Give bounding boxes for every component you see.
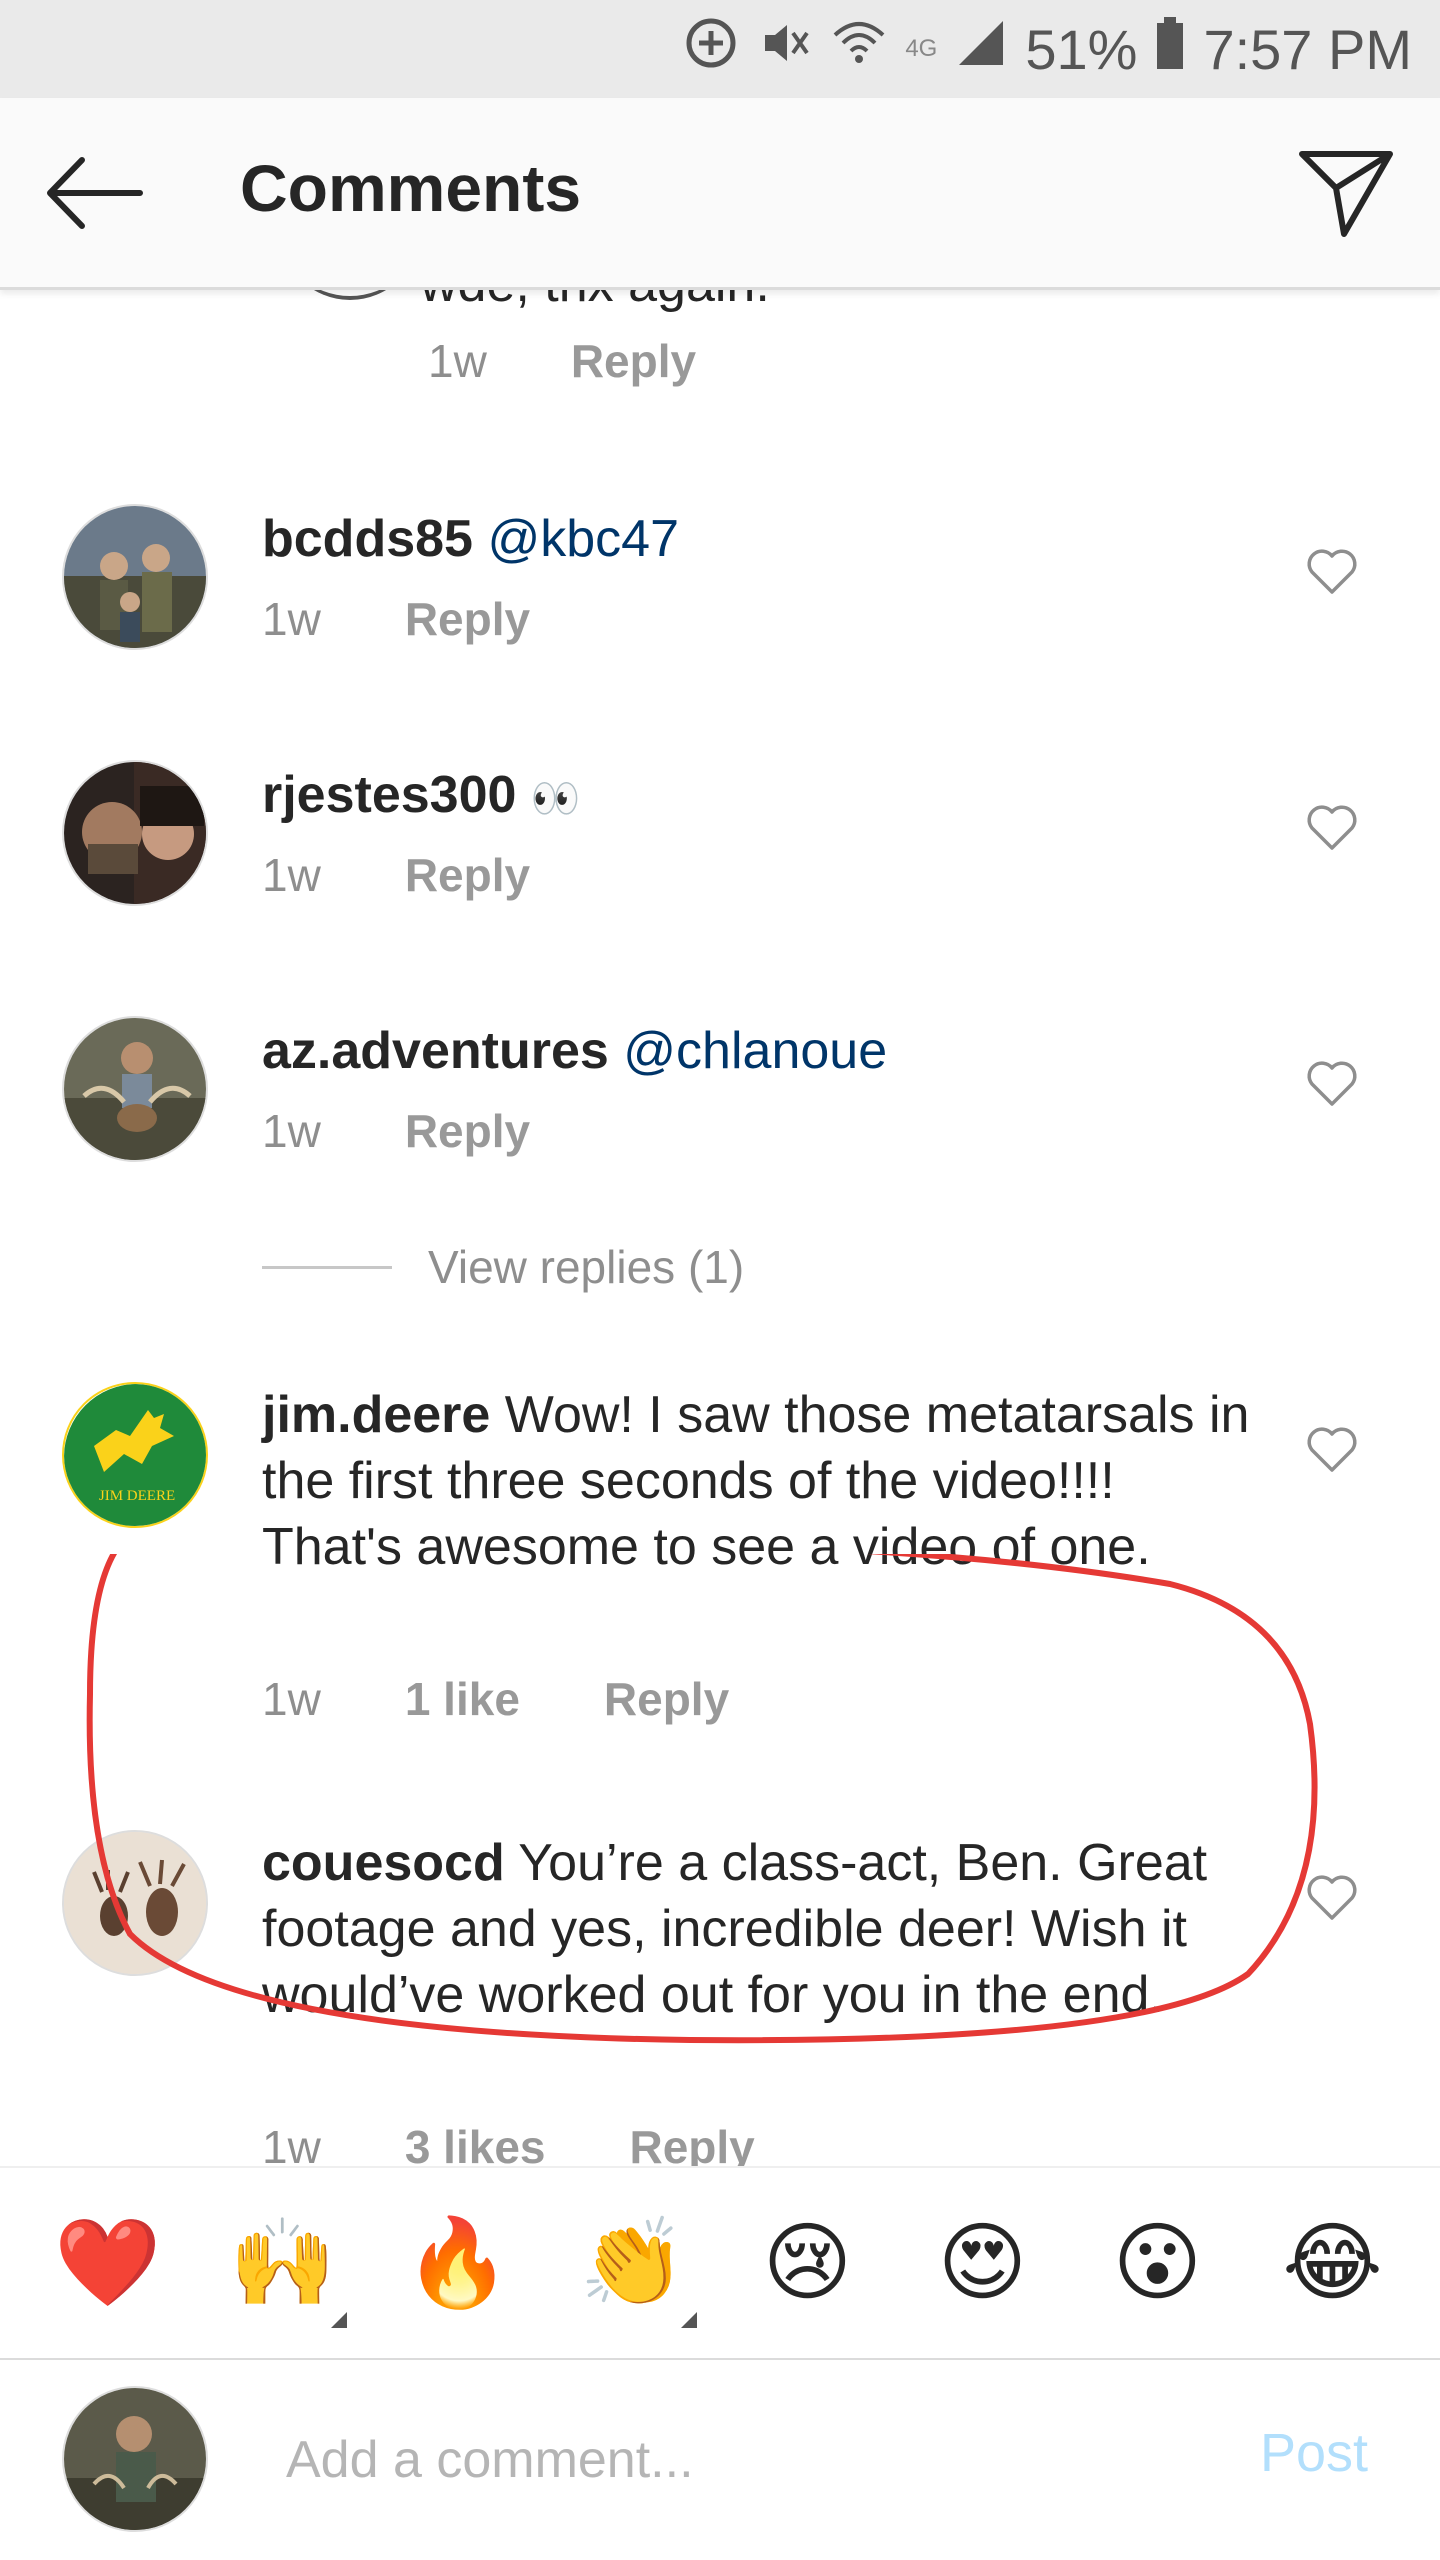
like-heart-icon[interactable] [1304, 1056, 1360, 1112]
paper-plane-icon [1299, 151, 1393, 237]
like-heart-icon[interactable] [1304, 544, 1360, 600]
comment-body: couesocd You’re a class-act, Ben. Great … [262, 1830, 1262, 2028]
battery-icon [1155, 15, 1185, 84]
back-arrow-icon [47, 157, 143, 229]
comment-username[interactable]: az.adventures [262, 1022, 609, 1080]
reply-button[interactable]: Reply [405, 1104, 530, 1158]
avatar[interactable] [62, 1016, 208, 1162]
emoji-raised-hands-button[interactable]: 🙌 [213, 2208, 353, 2328]
divider [262, 1265, 392, 1269]
data-saver-icon [683, 15, 739, 84]
page-title: Comments [240, 151, 582, 225]
comment-meta: 1w 1 like Reply [262, 1672, 729, 1726]
status-icons: 4G 51% 7:57 PM [683, 14, 1412, 84]
current-user-avatar [62, 2386, 208, 2532]
emoji-heart-button[interactable]: ❤️ [38, 2208, 178, 2318]
likes-count[interactable]: 1 like [405, 1672, 520, 1726]
comment-time: 1w [428, 335, 487, 387]
reply-button[interactable]: Reply [604, 1672, 729, 1726]
comment-body: bcdds85 @kbc47 [262, 506, 1262, 572]
comment-meta: 1w Reply [262, 848, 530, 902]
comment-text-partial: wde, thx again. [420, 290, 770, 314]
reply-button[interactable]: Reply [405, 592, 530, 646]
like-heart-icon[interactable] [1304, 1870, 1360, 1926]
emoji-laughing-button[interactable]: 😂 [1263, 2208, 1403, 2318]
emoji-surprised-button[interactable]: 😮 [1088, 2208, 1228, 2318]
clock: 7:57 PM [1203, 17, 1412, 81]
mute-icon [757, 15, 813, 84]
reply-button[interactable]: Reply [405, 848, 530, 902]
emoji-reaction-bar: ❤️ 🙌 🔥 👏 😢 😍 😮 😂 [0, 2166, 1440, 2358]
comment-body: az.adventures @chlanoue [262, 1018, 1262, 1084]
comment-mention[interactable]: @kbc47 [487, 510, 679, 568]
emoji-clap-glyph: 👏 [578, 2215, 687, 2311]
battery-percent: 51% [1025, 17, 1138, 81]
comment-meta: 1w Reply [428, 334, 696, 388]
avatar [280, 290, 420, 300]
emoji-raised-hands-glyph: 🙌 [228, 2215, 337, 2311]
avatar-logo-text: JIM DEERE [99, 1488, 175, 1504]
avatar[interactable] [62, 504, 208, 650]
emoji-heart-eyes-button[interactable]: 😍 [913, 2208, 1053, 2318]
avatar[interactable]: JIM DEERE [62, 1382, 208, 1528]
wifi-icon [831, 15, 887, 84]
post-button[interactable]: Post [1260, 2422, 1368, 2484]
comment-body: jim.deere Wow! I saw those metatarsals i… [262, 1382, 1262, 1580]
emoji-crying-button[interactable]: 😢 [738, 2208, 878, 2318]
status-bar: 4G 51% 7:57 PM [0, 0, 1440, 98]
avatar[interactable] [62, 1830, 208, 1976]
comment-time: 1w [262, 849, 321, 901]
comment-body: rjestes300 👀 [262, 762, 1262, 832]
skin-tone-indicator-icon [680, 2312, 697, 2328]
back-button[interactable] [40, 148, 150, 238]
comment-username[interactable]: couesocd [262, 1834, 505, 1892]
comment-meta: 1w Reply [262, 1104, 530, 1158]
comment-composer: Post [0, 2358, 1440, 2560]
likes-count[interactable]: 3 likes [405, 2120, 546, 2166]
comments-list[interactable]: wde, thx again. 1w Reply bcdds85 @kbc47 … [0, 290, 1440, 2166]
avatar[interactable] [62, 760, 208, 906]
comment-emoji: 👀 [530, 777, 581, 821]
comment-username[interactable]: bcdds85 [262, 510, 473, 568]
comment-time: 1w [262, 593, 321, 645]
comment-mention[interactable]: @chlanoue [623, 1022, 887, 1080]
emoji-fire-button[interactable]: 🔥 [388, 2208, 528, 2318]
reply-button[interactable]: Reply [571, 334, 696, 388]
skin-tone-indicator-icon [330, 2312, 347, 2328]
comment-meta: 1w 3 likes Reply [262, 2120, 755, 2166]
like-heart-icon[interactable] [1304, 1422, 1360, 1478]
comment-time: 1w [262, 1105, 321, 1157]
view-replies-button[interactable]: View replies (1) [262, 1240, 744, 1294]
view-replies-label: View replies (1) [428, 1241, 745, 1293]
like-heart-icon[interactable] [1304, 800, 1360, 856]
comment-meta: 1w Reply [262, 592, 530, 646]
comment-time: 1w [262, 2121, 321, 2166]
network-type-label: 4G [905, 35, 938, 62]
comment-username[interactable]: rjestes300 [262, 766, 516, 824]
app-bar: Comments [0, 98, 1440, 290]
reply-button[interactable]: Reply [630, 2120, 755, 2166]
share-button[interactable] [1296, 142, 1396, 242]
comment-input[interactable] [286, 2420, 1186, 2500]
comment-time: 1w [262, 1673, 321, 1725]
signal-icon [955, 17, 1007, 82]
comment-username[interactable]: jim.deere [262, 1386, 490, 1444]
emoji-clap-button[interactable]: 👏 [563, 2208, 703, 2328]
